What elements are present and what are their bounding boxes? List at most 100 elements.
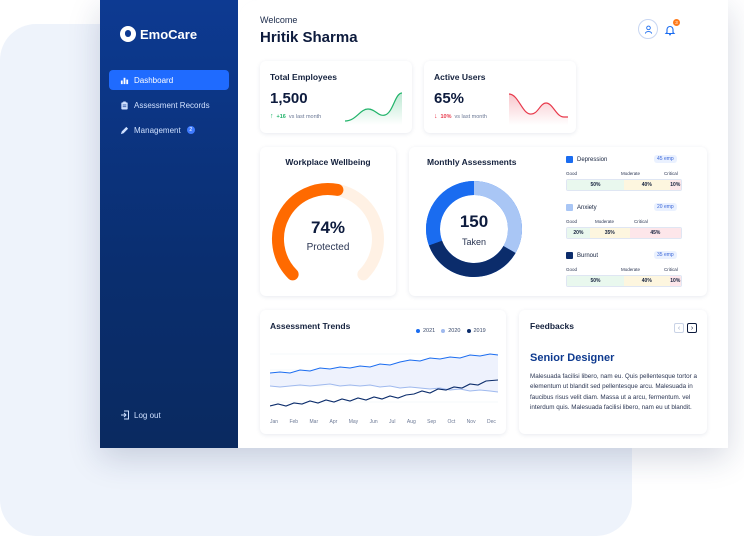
level-moderate: Moderate [621, 171, 641, 176]
level-good: Good [566, 219, 578, 224]
card-title: Feedbacks [530, 321, 574, 331]
feedback-pager: ‹ › [671, 323, 697, 333]
user-name: Hritik Sharma [260, 29, 358, 46]
logout-icon [121, 410, 129, 420]
trends-line-chart [270, 353, 498, 407]
delta-note: vs last month [454, 113, 487, 120]
month-tick: Jul [389, 419, 396, 425]
month-tick: Feb [289, 419, 299, 425]
welcome-text: Welcome [260, 15, 298, 25]
delta-value: +16 [276, 113, 286, 120]
segment-critical: 10% [669, 276, 681, 286]
anxiety-count: 20 emp [654, 203, 677, 211]
segment-good: 50% [567, 276, 624, 286]
level-good: Good [566, 171, 578, 176]
legend-2021: 2021 [416, 328, 435, 334]
chevron-left-icon: ‹ [677, 324, 681, 332]
card-title: Monthly Assessments [427, 157, 517, 167]
logout-label: Log out [134, 410, 161, 420]
legend-2019: 2019 [466, 328, 486, 334]
delta-value: 10% [440, 113, 452, 120]
depression-bar: 50% 40% 10% [566, 179, 682, 191]
feedback-text: Malesuada facilisi libero, nam eu. Quis … [530, 373, 697, 412]
legend-label: Burnout [577, 252, 599, 259]
trends-legend: 2021 2020 2019 [410, 328, 486, 334]
month-tick: May [348, 419, 359, 425]
total-employees-card: Total Employees 1,500 ↑ +16 vs last mont… [260, 61, 412, 133]
segment-moderate: 35% [589, 228, 630, 238]
sidebar-item-label: Management [134, 125, 181, 135]
chevron-right-icon: › [690, 324, 694, 332]
month-tick: Sep [427, 419, 437, 425]
employees-sparkline [344, 92, 403, 125]
feedbacks-card: Feedbacks ‹ › Senior Designer Malesuada … [519, 310, 707, 434]
legend-swatch [566, 156, 573, 163]
emocare-logo-icon [120, 26, 136, 42]
brand-logo[interactable]: EmoCare [120, 26, 197, 42]
card-title: Active Users [434, 72, 486, 82]
wellbeing-percent: 74% [310, 218, 346, 237]
anxiety-bar: 20% 35% 45% [566, 227, 682, 239]
month-tick: Jun [369, 419, 378, 425]
month-axis: Jan Feb Mar Apr May Jun Jul Aug Sep Oct … [270, 419, 496, 425]
user-icon [644, 25, 652, 34]
main-content: Welcome Hritik Sharma 3 Total Employees … [238, 0, 728, 448]
notification-badge: 3 [673, 19, 680, 26]
wellbeing-caption: Protected [306, 242, 350, 253]
sidebar-item-assessment-records[interactable]: Assessment Records [109, 95, 229, 115]
arrow-down-icon: ↓ [434, 113, 438, 120]
notifications-button[interactable]: 3 [664, 19, 680, 36]
feedback-role: Senior Designer [530, 352, 615, 364]
assessment-trends-card: Assessment Trends 2021 2020 2019 Jan Feb… [260, 310, 506, 434]
monthly-assessments-card: Monthly Assessments 150 Taken Depression… [409, 147, 707, 296]
previous-button[interactable]: ‹ [674, 323, 684, 333]
brand-name: EmoCare [140, 26, 198, 42]
segment-good: 50% [567, 180, 624, 190]
month-tick: Oct [447, 419, 456, 425]
stat-value: 1,500 [270, 90, 308, 107]
donut-slice-burnout [428, 240, 516, 277]
segment-good: 20% [567, 228, 590, 238]
segment-moderate: 40% [624, 180, 670, 190]
sidebar: EmoCare Dashboard Assessment Records Man… [100, 0, 238, 448]
sidebar-item-label: Assessment Records [134, 100, 210, 110]
legend-2020: 2020 [441, 328, 461, 334]
profile-button[interactable] [638, 19, 658, 39]
month-tick: Dec [486, 419, 496, 425]
legend-label: Anxiety [577, 204, 597, 211]
card-title: Assessment Trends [270, 321, 351, 331]
level-critical: Critical [664, 267, 678, 272]
legend-label: Depression [577, 156, 608, 163]
level-critical: Critical [634, 219, 648, 224]
legend-anxiety: Anxiety [566, 204, 597, 211]
bar-chart-icon [120, 77, 129, 84]
arrow-up-icon: ↑ [270, 113, 274, 120]
assessments-caption: Taken [461, 237, 487, 247]
wellbeing-card: Workplace Wellbeing 74% Protected [260, 147, 396, 296]
legend-swatch [566, 204, 573, 211]
logout-button[interactable]: Log out [120, 410, 161, 420]
segment-critical: 45% [629, 228, 681, 238]
assessments-total: 150 [459, 212, 489, 231]
level-critical: Critical [664, 171, 678, 176]
month-tick: Nov [466, 419, 476, 425]
pencil-icon [120, 126, 129, 134]
segment-moderate: 40% [624, 276, 670, 286]
month-tick: Jan [270, 419, 279, 425]
depression-count: 45 emp [654, 155, 677, 163]
sidebar-item-dashboard[interactable]: Dashboard [109, 70, 229, 90]
clipboard-icon [121, 100, 128, 110]
active-users-sparkline [508, 93, 568, 125]
stat-value: 65% [434, 90, 465, 107]
header-actions: 3 [638, 19, 680, 39]
month-tick: Mar [309, 419, 319, 425]
level-moderate: Moderate [621, 267, 641, 272]
sidebar-nav: Dashboard Assessment Records Management … [109, 70, 229, 145]
app-window: EmoCare Dashboard Assessment Records Man… [100, 0, 728, 448]
card-title: Total Employees [270, 72, 337, 82]
next-button[interactable]: › [687, 323, 697, 333]
sidebar-item-management[interactable]: Management 2 [109, 120, 229, 140]
burnout-bar: 50% 40% 10% [566, 275, 682, 287]
management-count-badge: 2 [186, 126, 195, 134]
legend-depression: Depression [566, 156, 607, 163]
